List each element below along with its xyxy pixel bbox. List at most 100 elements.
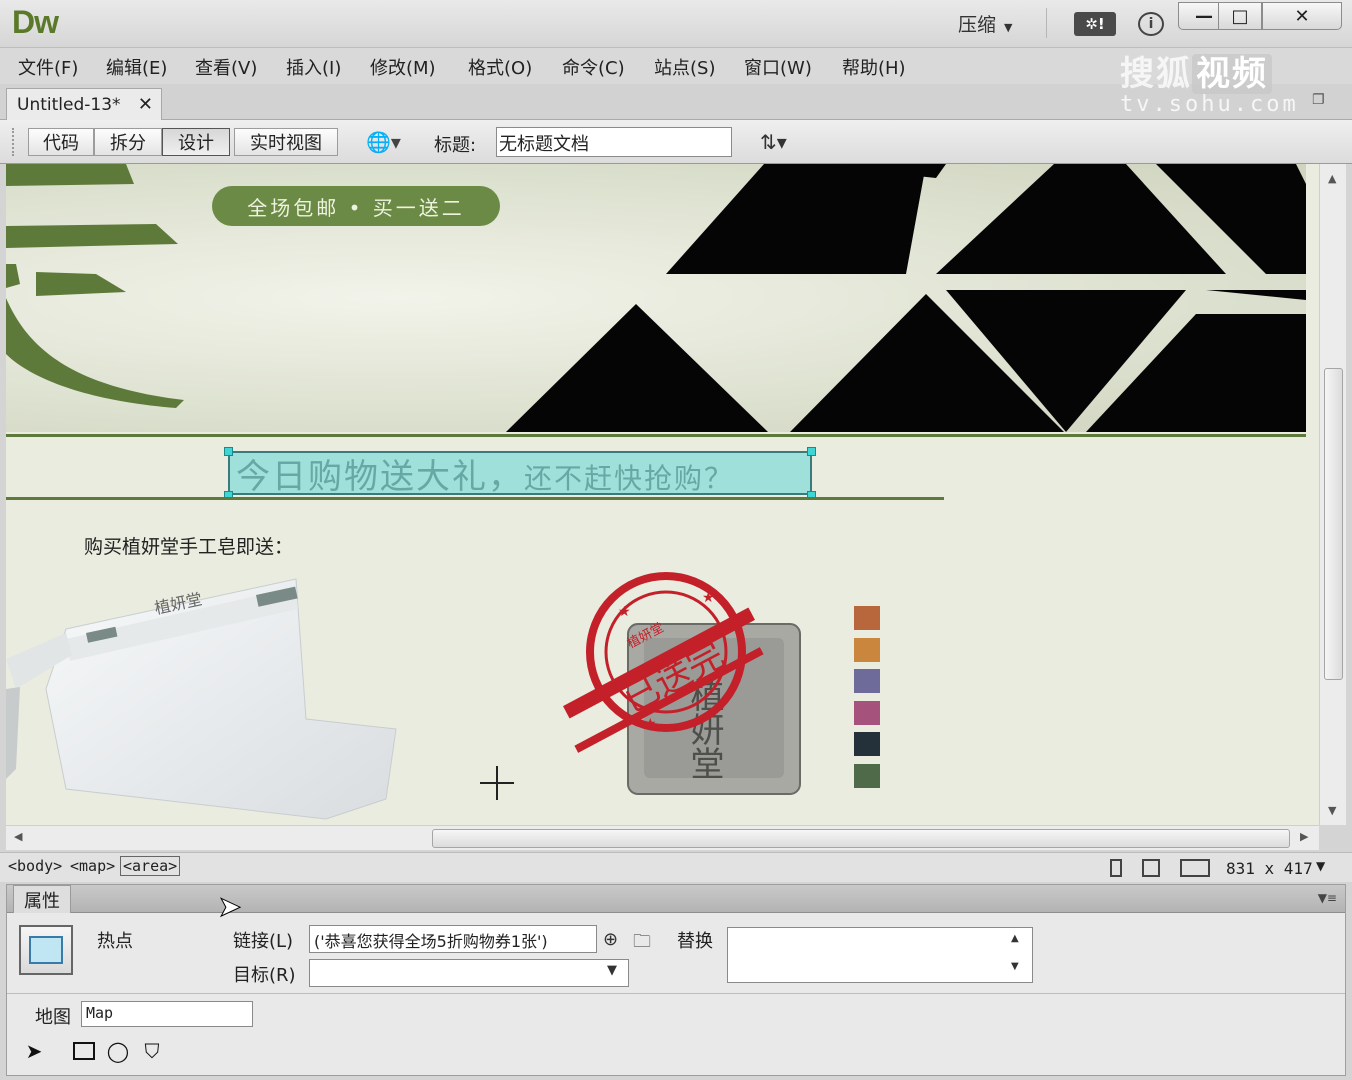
tag-selector-area[interactable]: <area> [120,856,181,876]
maximize-button[interactable]: □ [1218,2,1262,30]
banner-image: 全场包邮 • 买一送二 [6,164,1306,432]
hotspot-text: 今日购物送大礼，还不赶快抢购？ [236,449,734,498]
properties-panel: 属性 ▼≡ 热点 链接(L) ('恭喜您获得全场5折购物券1张') ⊕ 🗀 目标… [6,884,1346,1076]
panel-divider [7,993,1345,994]
mesh-bag-image: 植妍堂 [6,578,397,820]
watermark-badge: 视频 [1192,54,1272,94]
menu-modify[interactable]: 修改(M) [370,54,436,80]
chevron-down-icon[interactable]: ▼ [1316,859,1325,873]
gift-heading: 购买植妍堂手工皂即送： [84,536,294,558]
calligraphy-graphic [6,164,184,408]
menu-format[interactable]: 格式(O) [468,54,532,80]
toolbar-grip[interactable] [12,128,18,156]
vertical-scroll-thumb[interactable] [1324,368,1343,680]
vertical-scrollbar[interactable]: ▲ ▼ [1319,164,1346,825]
chevron-down-icon[interactable]: ▼ [607,963,617,978]
menu-edit[interactable]: 编辑(E) [106,54,167,80]
design-canvas[interactable]: 全场包邮 • 买一送二 今日购物送大礼，还不赶快抢购？ 购买植妍堂手工皂即送： [6,164,1319,825]
alt-textarea[interactable] [727,927,1033,983]
tag-selector-body[interactable]: <body> [8,857,62,875]
close-button[interactable]: ✕ [1262,2,1342,30]
info-icon[interactable]: i [1138,12,1164,36]
link-input[interactable]: ('恭喜您获得全场5折购物券1张') [309,925,597,953]
desktop-size-icon[interactable] [1180,859,1210,877]
rectangle-hotspot-tool-icon[interactable] [71,1039,97,1063]
hotspot-text-secondary: 还不赶快抢购？ [524,461,735,495]
circle-hotspot-tool-icon[interactable]: ◯ [105,1039,131,1063]
document-tab-name: Untitled-13* [17,94,121,115]
title-bar: Dw 压缩 ▼ ✲! i — □ ✕ [0,0,1352,48]
resize-handle-top-right[interactable] [807,447,816,456]
file-management-icon[interactable]: ⇅▾ [760,130,787,154]
alt-label: 替换 [677,931,713,952]
hotspot-icon [19,925,73,975]
mouse-pointer-icon: ➤ [217,890,242,924]
horizontal-scrollbar[interactable]: ◀ ▶ [6,825,1319,850]
status-bar: <body> <map> <area> 831 x 417 ▼ [0,852,1352,882]
code-view-button[interactable]: 代码 [28,128,94,156]
point-to-file-icon[interactable]: ⊕ [603,929,618,950]
scroll-right-icon[interactable]: ▶ [1300,830,1308,843]
color-swatch [854,606,880,630]
svg-text:★: ★ [644,716,657,732]
target-label: 目标(R) [233,965,296,986]
menu-site[interactable]: 站点(S) [654,54,715,80]
svg-text:★: ★ [702,590,715,606]
tag-selector-map[interactable]: <map> [70,857,115,875]
color-swatch [854,669,880,693]
horizontal-scroll-thumb[interactable] [432,829,1290,848]
panel-menu-icon[interactable]: ▼≡ [1318,891,1337,905]
map-name-input[interactable]: Map [81,1001,253,1027]
preview-browser-icon[interactable]: 🌐▾ [366,130,401,154]
menu-file[interactable]: 文件(F) [18,54,78,80]
folder-icon[interactable]: 🗀 [633,929,651,959]
live-view-button[interactable]: 实时视图 [234,128,338,156]
title-label: 标题: [434,135,477,156]
scroll-up-icon[interactable]: ▲ [1328,172,1336,185]
document-tab[interactable]: Untitled-13* ✕ [6,88,162,120]
resize-handle-top-left[interactable] [224,447,233,456]
select-tool-icon[interactable] [1110,859,1122,877]
extensions-icon[interactable]: ✲! [1074,12,1116,36]
watermark-text: 搜狐 [1120,54,1192,94]
map-label: 地图 [35,1007,71,1028]
banner-divider [6,434,1306,437]
soap-stamp-image: 植妍堂 已送完 植妍堂 ★ ★ ★ [563,572,801,795]
scroll-down-icon[interactable]: ▼ [1328,804,1336,817]
workspace-switcher[interactable]: 压缩 ▼ [958,10,1012,37]
design-view-button[interactable]: 设计 [162,128,230,156]
scroll-up-icon[interactable]: ▲ [1011,933,1019,944]
workspace-label: 压缩 [958,14,997,36]
app-logo: Dw [12,4,59,40]
triangle-pattern [506,164,1306,432]
link-label: 链接(L) [233,931,294,952]
menu-view[interactable]: 查看(V) [195,54,257,80]
color-swatch [854,763,880,788]
tablet-size-icon[interactable] [1142,859,1160,877]
crosshair-cursor [480,766,514,800]
menu-window[interactable]: 窗口(W) [744,54,812,80]
properties-tab[interactable]: 属性 [13,885,71,913]
hotspot-text-main: 今日购物送大礼， [236,456,524,497]
polygon-hotspot-tool-icon[interactable]: ⛉ [139,1039,165,1063]
pointer-hotspot-tool-icon[interactable]: ➤ [21,1039,47,1063]
page-title-input[interactable]: 无标题文档 [496,127,732,157]
restore-panel-icon[interactable]: ❐ [1312,92,1325,108]
menu-commands[interactable]: 命令(C) [562,54,625,80]
properties-header: 属性 ▼≡ [7,885,1345,913]
close-icon[interactable]: ✕ [138,94,153,115]
title-divider [1046,8,1047,38]
promo-pill: 全场包邮 • 买一送二 [212,186,500,226]
watermark-url: tv.sohu.com [1120,92,1299,117]
scroll-down-icon[interactable]: ▼ [1011,961,1019,972]
chevron-down-icon: ▼ [1004,21,1013,34]
scroll-left-icon[interactable]: ◀ [14,830,22,843]
svg-text:★: ★ [618,604,631,620]
window-size-readout[interactable]: 831 x 417 [1226,859,1313,878]
menu-help[interactable]: 帮助(H) [842,54,906,80]
image-map-hotspot[interactable]: 今日购物送大礼，还不赶快抢购？ [228,449,812,498]
target-select[interactable] [309,959,629,987]
color-swatch [854,637,880,662]
menu-insert[interactable]: 插入(I) [286,54,341,80]
split-view-button[interactable]: 拆分 [94,128,162,156]
